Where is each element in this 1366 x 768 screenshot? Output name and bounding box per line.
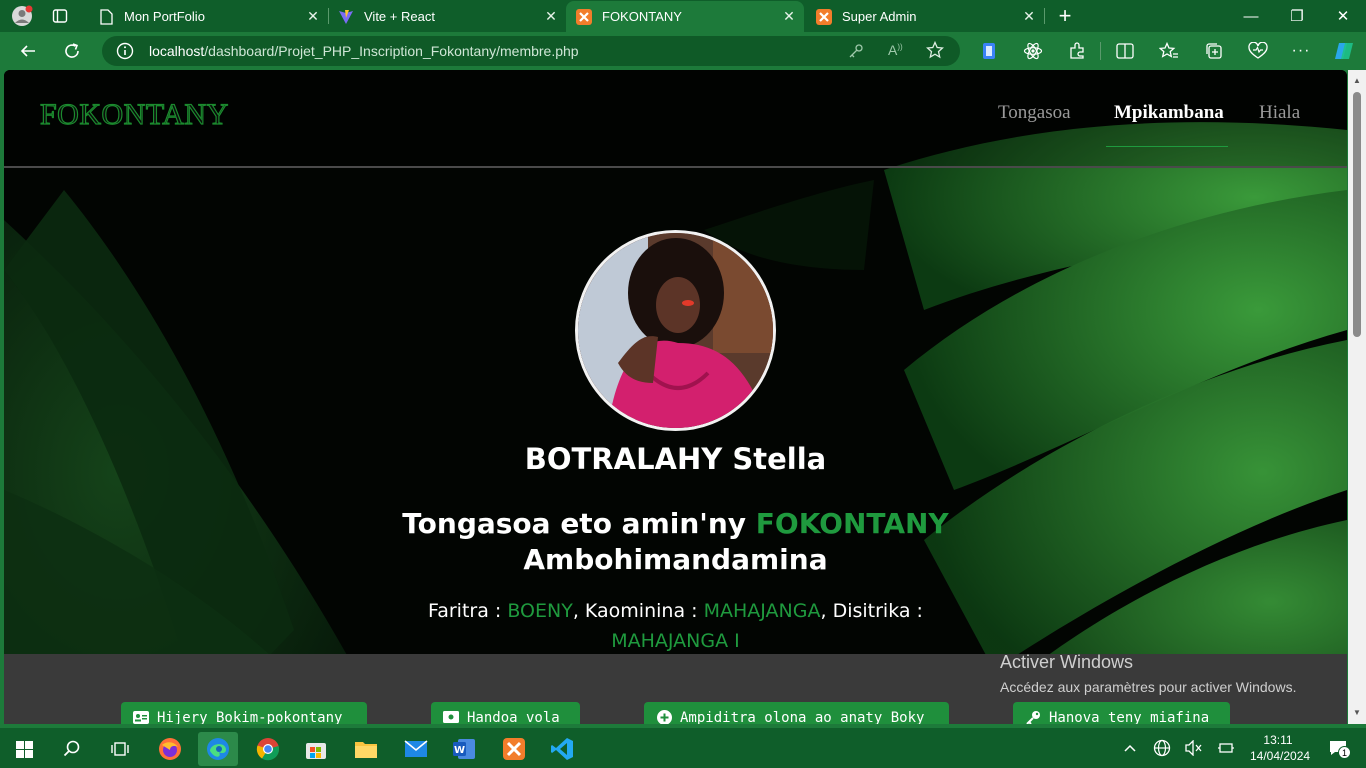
volume-muted-icon[interactable] bbox=[1184, 738, 1204, 758]
more-menu-icon[interactable]: ··· bbox=[1289, 39, 1313, 63]
chrome-icon[interactable] bbox=[248, 732, 288, 766]
vite-icon bbox=[338, 9, 354, 25]
page-icon bbox=[98, 8, 114, 25]
extensions-icon[interactable] bbox=[1065, 39, 1089, 63]
member-name: BOTRALAHY Stella bbox=[524, 442, 827, 476]
close-tab-icon[interactable]: ✕ bbox=[306, 9, 320, 23]
faritra-value: BOENY bbox=[507, 600, 573, 622]
vscode-icon[interactable] bbox=[542, 732, 582, 766]
mail-icon[interactable] bbox=[396, 732, 436, 766]
change-password-button[interactable]: Hanova teny miafina bbox=[1013, 702, 1230, 724]
url-text[interactable]: localhost/dashboard/Projet_PHP_Inscripti… bbox=[149, 43, 579, 59]
tab-mon-portfolio[interactable]: Mon PortFolio ✕ bbox=[88, 1, 328, 32]
scroll-down-icon[interactable]: ▼ bbox=[1352, 708, 1362, 718]
key-icon[interactable] bbox=[848, 43, 864, 64]
nav-link-tongasoa[interactable]: Tongasoa bbox=[998, 102, 1071, 124]
firefox-icon[interactable] bbox=[150, 732, 190, 766]
info-icon[interactable] bbox=[116, 42, 134, 65]
nav-link-mpikambana[interactable]: Mpikambana bbox=[1114, 102, 1224, 124]
page-viewport: FOKONTANY Tongasoa Mpikambana Hiala BOTR… bbox=[4, 70, 1347, 724]
xampp-icon bbox=[816, 8, 832, 25]
scrollbar-thumb[interactable] bbox=[1353, 92, 1361, 337]
svg-text:W: W bbox=[454, 745, 465, 756]
browser-essentials-icon[interactable] bbox=[1246, 39, 1270, 63]
xampp-icon bbox=[576, 8, 592, 25]
browser-tab-strip: Mon PortFolio ✕ Vite + React ✕ FOKONTANY… bbox=[0, 0, 1366, 32]
activation-subtitle: Accédez aux paramètres pour activer Wind… bbox=[1000, 679, 1297, 695]
file-explorer-icon[interactable] bbox=[346, 732, 386, 766]
active-nav-indicator bbox=[1106, 146, 1228, 147]
kaominina-value: MAHAJANGA bbox=[703, 600, 821, 622]
site-logo[interactable]: FOKONTANY bbox=[39, 97, 228, 132]
toolbar-divider bbox=[1100, 42, 1101, 60]
member-avatar bbox=[575, 230, 776, 431]
battery-plug-icon[interactable] bbox=[1216, 738, 1236, 758]
windows-taskbar: W 13:11 14/04/2024 1 bbox=[0, 728, 1366, 768]
tab-title: Mon PortFolio bbox=[124, 9, 205, 24]
minimize-button[interactable]: — bbox=[1228, 0, 1274, 32]
site-header: FOKONTANY Tongasoa Mpikambana Hiala bbox=[4, 70, 1347, 168]
page-scrollbar[interactable]: ▲ ▼ bbox=[1348, 70, 1366, 724]
restore-button[interactable]: ❐ bbox=[1274, 0, 1320, 32]
new-tab-button[interactable]: + bbox=[1042, 0, 1088, 32]
profile-avatar-icon[interactable] bbox=[10, 4, 34, 28]
pay-button[interactable]: Handoa vola bbox=[431, 702, 580, 724]
disitrika-value: MAHAJANGA I bbox=[611, 630, 740, 652]
plus-circle-icon bbox=[656, 709, 672, 724]
wallet-icon[interactable] bbox=[977, 39, 1001, 63]
id-card-icon bbox=[133, 710, 149, 724]
notifications-icon[interactable]: 1 bbox=[1324, 738, 1352, 759]
windows-activation-watermark: Activer Windows Accédez aux paramètres p… bbox=[1000, 652, 1296, 695]
location-info: Faritra : BOENY, Kaominina : MAHAJANGA, … bbox=[428, 600, 923, 652]
clock-date: 14/04/2024 bbox=[1250, 749, 1311, 763]
activation-title: Activer Windows bbox=[1000, 652, 1134, 672]
edge-icon[interactable] bbox=[198, 732, 238, 766]
show-hidden-icons-icon[interactable] bbox=[1120, 738, 1140, 758]
welcome-highlight: FOKONTANY bbox=[755, 507, 949, 540]
tab-title: FOKONTANY bbox=[602, 9, 682, 24]
welcome-heading: Tongasoa eto amin'ny FOKONTANY Ambohiman… bbox=[402, 507, 949, 576]
browser-toolbar: localhost/dashboard/Projet_PHP_Inscripti… bbox=[0, 32, 1366, 70]
refresh-icon[interactable] bbox=[60, 39, 84, 63]
view-book-button[interactable]: Hijery Bokim-pokontany bbox=[121, 702, 367, 724]
favorite-star-icon[interactable] bbox=[925, 40, 945, 64]
word-icon[interactable]: W bbox=[444, 732, 484, 766]
money-icon bbox=[443, 710, 459, 724]
react-devtools-icon[interactable] bbox=[1021, 39, 1045, 63]
scroll-up-icon[interactable]: ▲ bbox=[1352, 76, 1362, 86]
start-icon[interactable] bbox=[4, 732, 44, 766]
xampp-icon[interactable] bbox=[494, 732, 534, 766]
clock-time: 13:11 bbox=[1263, 733, 1293, 747]
close-window-button[interactable]: ✕ bbox=[1320, 0, 1366, 32]
back-icon[interactable] bbox=[16, 39, 40, 63]
nav-link-hiala[interactable]: Hiala bbox=[1259, 102, 1300, 124]
tab-fokontany[interactable]: FOKONTANY ✕ bbox=[566, 1, 804, 32]
tab-super-admin[interactable]: Super Admin ✕ bbox=[806, 1, 1044, 32]
close-tab-icon[interactable]: ✕ bbox=[782, 9, 796, 23]
close-tab-icon[interactable]: ✕ bbox=[1022, 9, 1036, 23]
address-bar[interactable]: localhost/dashboard/Projet_PHP_Inscripti… bbox=[102, 36, 960, 66]
read-aloud-icon[interactable]: A)) bbox=[888, 42, 903, 58]
search-icon[interactable] bbox=[52, 732, 92, 766]
tab-title: Super Admin bbox=[842, 9, 917, 24]
task-view-icon[interactable] bbox=[100, 732, 140, 766]
split-screen-icon[interactable] bbox=[1113, 39, 1137, 63]
copilot-icon[interactable] bbox=[1332, 39, 1356, 63]
tab-vite-react[interactable]: Vite + React ✕ bbox=[328, 1, 566, 32]
fokontany-name: Ambohimandamina bbox=[523, 543, 828, 576]
network-globe-icon[interactable] bbox=[1152, 738, 1172, 758]
close-tab-icon[interactable]: ✕ bbox=[544, 9, 558, 23]
key-icon bbox=[1025, 710, 1041, 724]
tab-actions-icon[interactable] bbox=[48, 4, 72, 28]
tab-title: Vite + React bbox=[364, 9, 435, 24]
collections-icon[interactable] bbox=[1202, 39, 1226, 63]
system-clock[interactable]: 13:11 14/04/2024 bbox=[1250, 732, 1311, 764]
favorites-icon[interactable] bbox=[1157, 39, 1181, 63]
store-icon[interactable] bbox=[296, 732, 336, 766]
notification-count-badge: 1 bbox=[1338, 746, 1351, 759]
add-person-button[interactable]: Ampiditra olona ao anaty Boky bbox=[644, 702, 949, 724]
